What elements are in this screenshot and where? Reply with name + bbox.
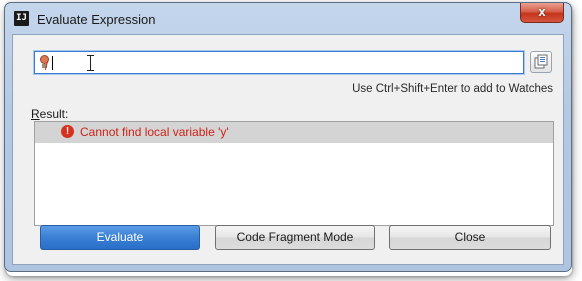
evaluate-button[interactable]: Evaluate bbox=[40, 225, 200, 250]
window-close-button[interactable]: x bbox=[520, 3, 564, 23]
result-tree[interactable]: ! Cannot find local variable 'y' bbox=[34, 121, 554, 226]
evaluate-expression-dialog: IJ Evaluate Expression x Use Ctrl+Shift+… bbox=[4, 2, 572, 272]
expression-history-icon bbox=[534, 54, 548, 69]
expression-history-button[interactable] bbox=[530, 51, 552, 73]
ibeam-cursor-icon bbox=[87, 55, 94, 71]
close-button[interactable]: Close bbox=[389, 225, 551, 250]
error-lightbulb-icon[interactable] bbox=[38, 55, 54, 70]
expression-input[interactable] bbox=[34, 51, 524, 74]
result-label-mnemonic: R bbox=[31, 107, 40, 121]
intellij-app-icon: IJ bbox=[14, 11, 29, 26]
title-bar[interactable]: IJ Evaluate Expression x bbox=[5, 3, 571, 35]
dialog-content: Use Ctrl+Shift+Enter to add to Watches R… bbox=[12, 34, 564, 265]
dialog-title: Evaluate Expression bbox=[37, 12, 156, 27]
result-error-text: Cannot find local variable 'y' bbox=[80, 125, 229, 139]
result-row[interactable]: ! Cannot find local variable 'y' bbox=[35, 122, 553, 143]
watches-shortcut-hint: Use Ctrl+Shift+Enter to add to Watches bbox=[352, 83, 553, 95]
result-label: Result: bbox=[31, 107, 68, 121]
code-fragment-mode-button[interactable]: Code Fragment Mode bbox=[215, 225, 375, 250]
text-caret bbox=[52, 56, 53, 70]
error-icon: ! bbox=[61, 125, 74, 138]
result-label-text: esult: bbox=[39, 107, 69, 121]
